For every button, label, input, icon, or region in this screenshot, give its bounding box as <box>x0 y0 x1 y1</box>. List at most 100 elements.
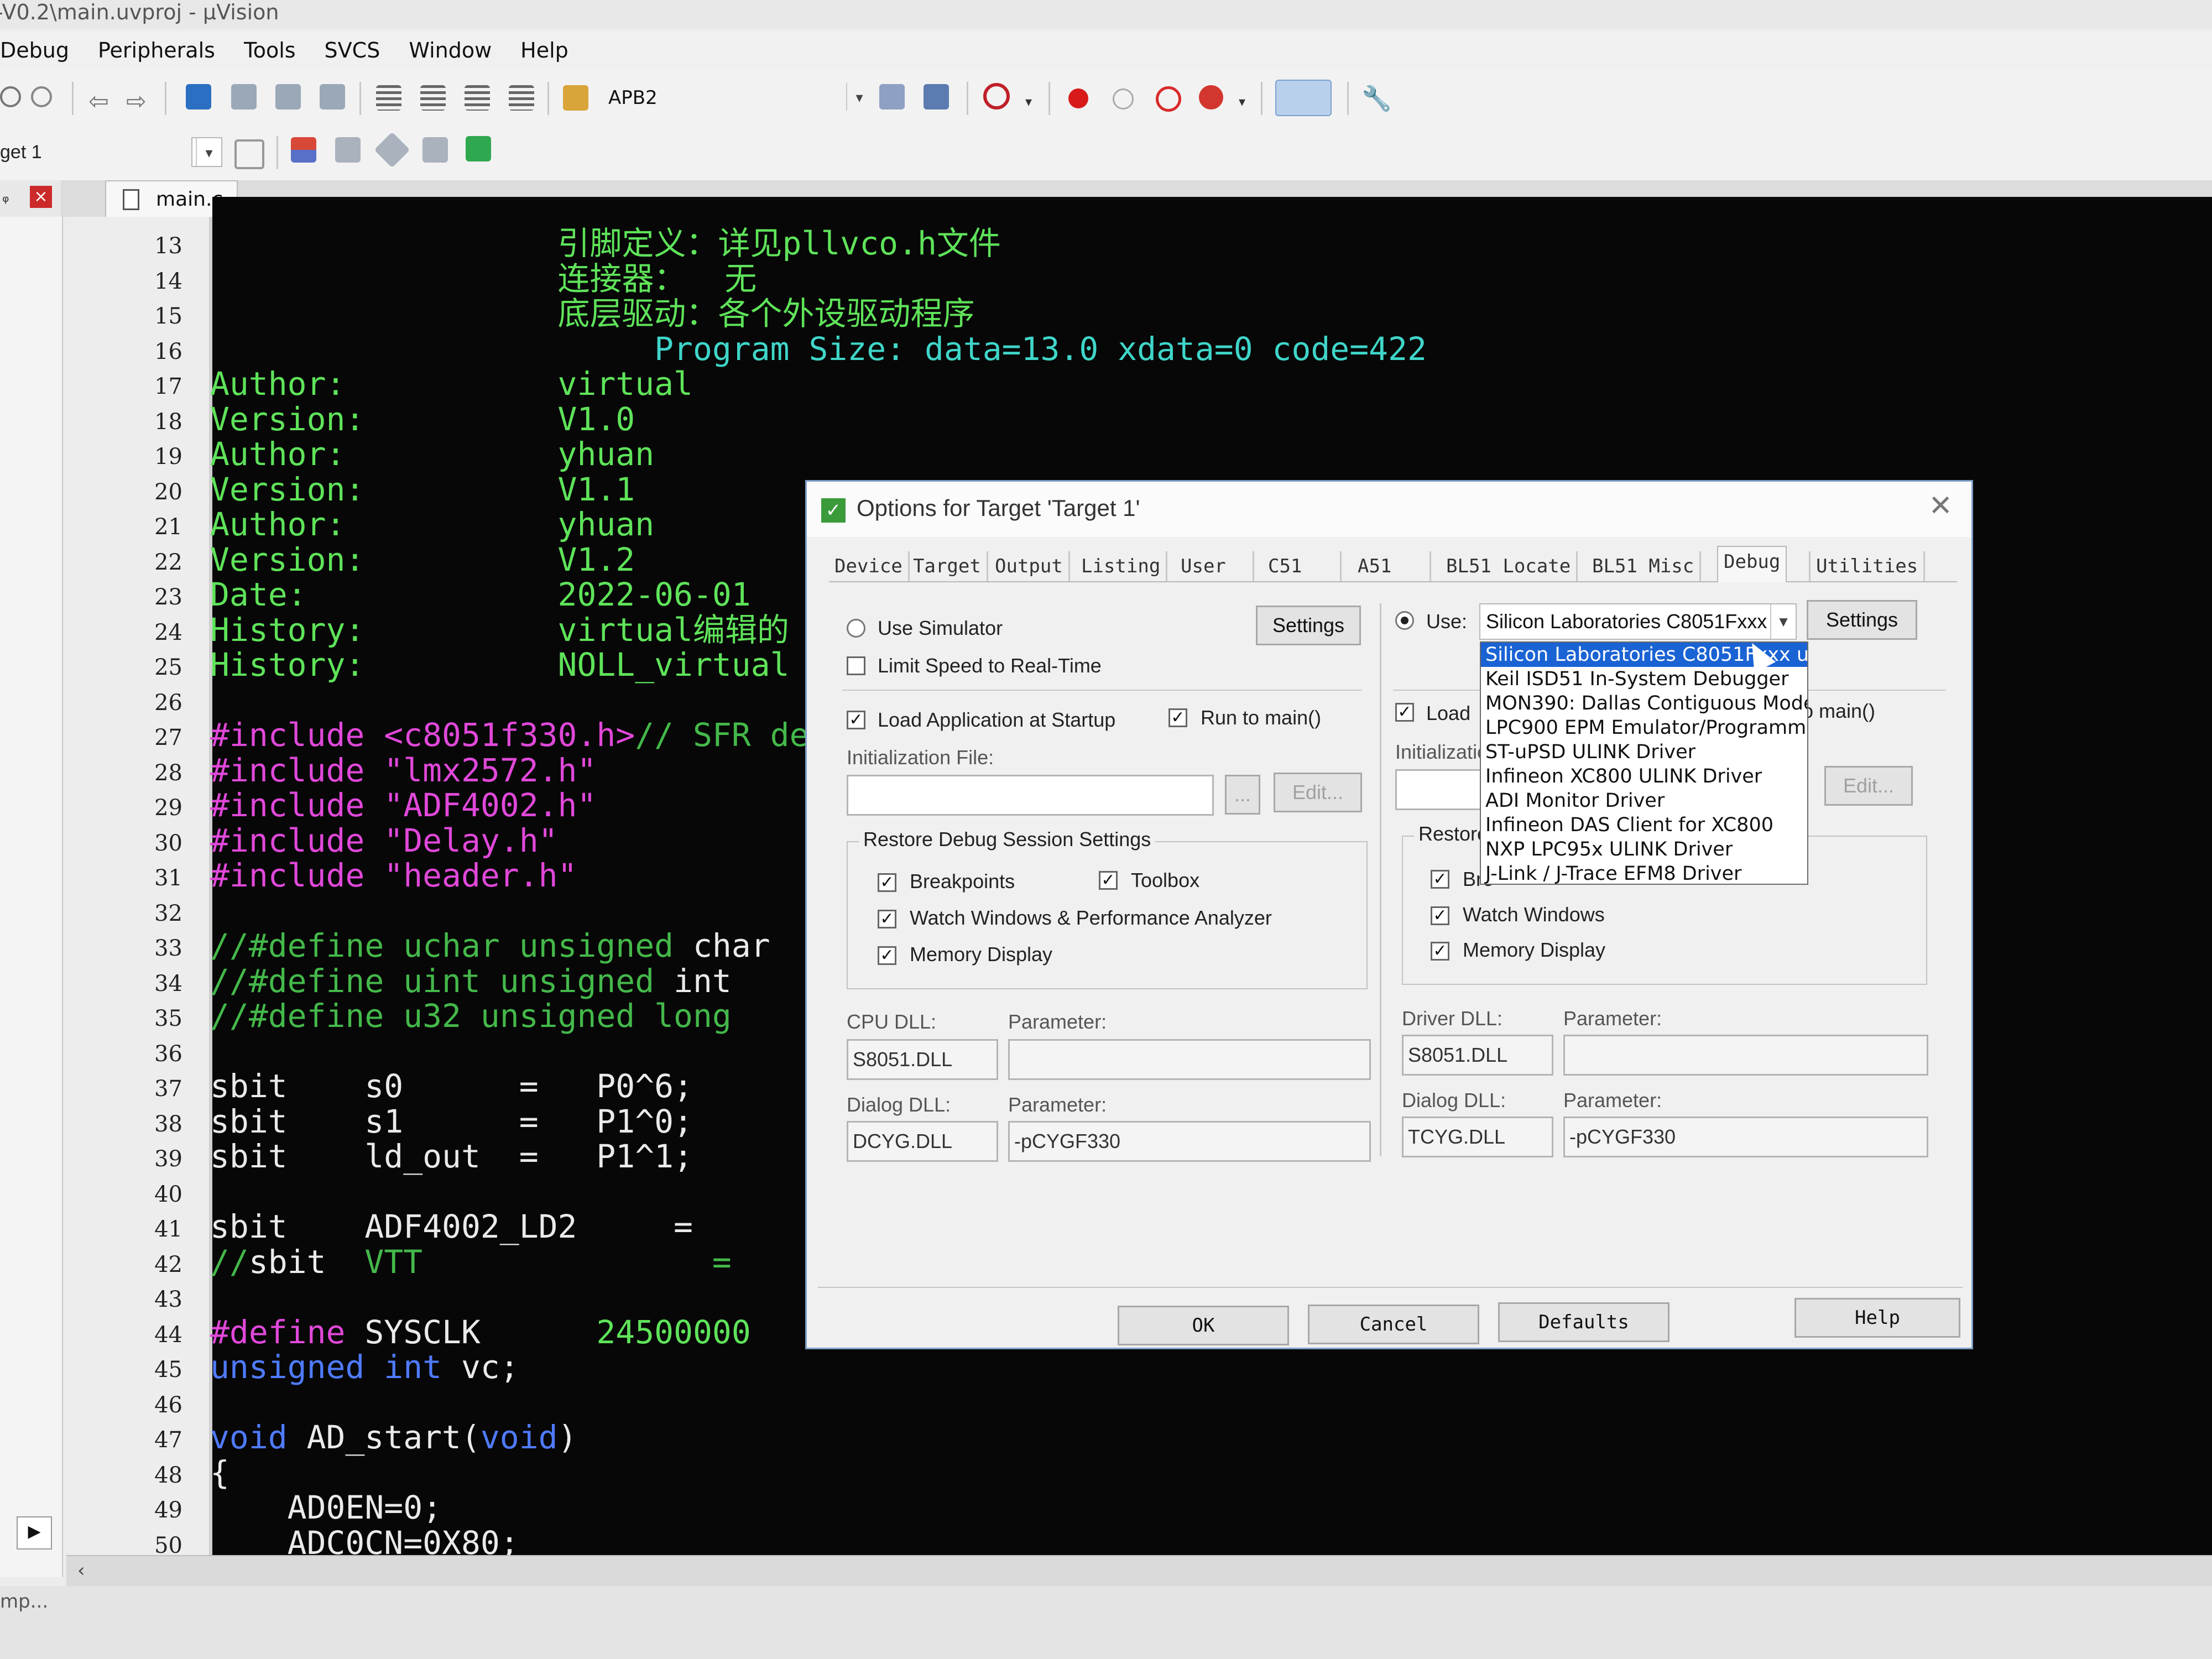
unindent-icon[interactable] <box>420 85 446 111</box>
dropdown-item-jlink-efm8[interactable]: J-Link / J-Trace EFM8 Driver <box>1481 862 1807 885</box>
back-icon[interactable]: ⇦ <box>88 87 114 113</box>
manage-components-icon[interactable] <box>291 137 316 163</box>
find-icon[interactable] <box>879 84 905 109</box>
bookmark-next-icon[interactable] <box>275 84 301 109</box>
options-magic-icon[interactable] <box>234 139 264 169</box>
bookmark-icon[interactable] <box>186 84 211 109</box>
chevron-down-icon[interactable]: ▼ <box>1770 604 1796 639</box>
tab-output[interactable]: Output <box>989 551 1070 581</box>
watch-windows-checkbox[interactable]: ✓ <box>878 910 896 928</box>
load-app-checkbox[interactable]: ✓ <box>847 711 865 729</box>
dropdown-item-lpc900[interactable]: LPC900 EPM Emulator/Programmer <box>1481 716 1807 740</box>
chevron-down-icon[interactable]: ▾ <box>846 83 872 111</box>
dialog-dll-field[interactable]: DCYG.DLL <box>847 1121 998 1162</box>
limit-speed-checkbox[interactable] <box>847 656 865 675</box>
defaults-button[interactable]: Defaults <box>1498 1302 1670 1342</box>
menu-svcs[interactable]: SVCS <box>325 38 380 62</box>
load-app-label: Load Application at Startup <box>878 708 1115 732</box>
driver-settings-button[interactable]: Settings <box>1807 600 1917 640</box>
right-load-app-checkbox[interactable]: ✓ <box>1395 703 1414 722</box>
forward-icon[interactable]: ⇨ <box>126 87 152 113</box>
tab-listing[interactable]: Listing <box>1076 551 1167 581</box>
redo2-icon[interactable] <box>31 86 52 107</box>
browse-button[interactable]: ... <box>1225 775 1260 815</box>
driver-dll-field[interactable]: S8051.DLL <box>1402 1035 1553 1076</box>
cpu-param-field[interactable] <box>1008 1039 1371 1080</box>
help-button[interactable]: Help <box>1794 1298 1960 1338</box>
tab-bl51-misc[interactable]: BL51 Misc <box>1587 551 1701 581</box>
tab-utilities[interactable]: Utilities <box>1809 551 1925 581</box>
redo-icon[interactable] <box>0 86 21 107</box>
comment-icon[interactable] <box>465 85 490 111</box>
find-in-files-icon[interactable] <box>563 85 588 111</box>
right-dialog-dll-field[interactable]: TCYG.DLL <box>1402 1117 1553 1157</box>
memory-display-checkbox[interactable]: ✓ <box>878 946 896 965</box>
driver-select[interactable]: Silicon Laboratories C8051Fxxx ▼ <box>1479 603 1797 640</box>
dropdown-item-infineon-xc800[interactable]: Infineon XC800 ULINK Driver <box>1481 764 1807 789</box>
tab-device[interactable]: Device <box>829 551 910 581</box>
pin-icon[interactable]: ᵩ <box>2 187 9 206</box>
breakpoints-checkbox[interactable]: ✓ <box>878 873 896 892</box>
driver-param-field[interactable] <box>1563 1035 1928 1076</box>
run-to-main-checkbox[interactable]: ✓ <box>1168 708 1187 727</box>
horizontal-scrollbar[interactable]: ‹ <box>66 1555 2212 1587</box>
menu-peripherals[interactable]: Peripherals <box>98 38 215 62</box>
chevron-down-icon[interactable]: ▾ <box>196 138 221 166</box>
breakpoint-config-icon[interactable] <box>1199 85 1223 109</box>
chevron-right-icon[interactable]: ▶ <box>17 1516 52 1550</box>
diamond-icon[interactable] <box>374 132 410 168</box>
use-driver-radio[interactable] <box>1395 611 1414 630</box>
pack-icon[interactable] <box>422 137 448 163</box>
pack-installer-icon[interactable] <box>466 136 491 161</box>
right-breakpoints-checkbox[interactable]: ✓ <box>1431 870 1449 889</box>
breakpoint-kill-icon[interactable] <box>1156 86 1181 112</box>
tab-user[interactable]: User <box>1175 551 1254 581</box>
dropdown-item-st-upsd[interactable]: ST-uPSD ULINK Driver <box>1481 740 1807 764</box>
tab-c51[interactable]: C51 <box>1262 551 1342 581</box>
toolbox-checkbox[interactable]: ✓ <box>1099 871 1118 890</box>
dialog-param-field[interactable]: -pCYGF330 <box>1008 1121 1371 1162</box>
tab-a51[interactable]: A51 <box>1352 551 1431 581</box>
line-number: 22 <box>72 550 182 575</box>
window-layout-icon[interactable] <box>1275 80 1332 116</box>
right-dialog-param-field[interactable]: -pCYGF330 <box>1563 1117 1928 1157</box>
ok-button[interactable]: OK <box>1118 1306 1289 1345</box>
tab-bl51-locate[interactable]: BL51 Locate <box>1441 551 1578 581</box>
dropdown-item-mon390[interactable]: MON390: Dallas Contiguous Mode <box>1481 691 1807 716</box>
init-file-input[interactable] <box>847 775 1214 816</box>
breakpoint-icon[interactable] <box>1068 88 1088 108</box>
chevron-down-icon[interactable]: ▾ <box>1025 94 1051 119</box>
right-watch-checkbox[interactable]: ✓ <box>1431 906 1449 925</box>
debug-session-icon[interactable] <box>983 83 1010 109</box>
indent-icon[interactable] <box>376 85 401 111</box>
manage-items-icon[interactable] <box>335 137 361 163</box>
simulator-settings-button[interactable]: Settings <box>1256 606 1361 645</box>
dropdown-item-adi-monitor[interactable]: ADI Monitor Driver <box>1481 789 1807 813</box>
code-token: History: virtual编辑的 <box>210 611 789 649</box>
menu-help[interactable]: Help <box>520 38 568 62</box>
wrench-icon[interactable]: 🔧 <box>1361 84 1387 109</box>
bookmark-clear-icon[interactable] <box>320 84 345 109</box>
dropdown-item-infineon-das[interactable]: Infineon DAS Client for XC800 <box>1481 813 1807 837</box>
scroll-left-icon[interactable]: ‹ <box>77 1559 85 1582</box>
uncomment-icon[interactable] <box>509 85 534 111</box>
tab-debug[interactable]: Debug <box>1717 546 1787 582</box>
tab-target[interactable]: Target <box>907 551 988 581</box>
cancel-button[interactable]: Cancel <box>1308 1305 1479 1344</box>
close-icon[interactable]: × <box>30 186 52 208</box>
use-simulator-radio[interactable] <box>847 619 865 638</box>
menu-debug[interactable]: Debug <box>0 38 69 62</box>
close-icon[interactable]: ✕ <box>1928 489 1953 523</box>
menu-window[interactable]: Window <box>409 38 492 62</box>
right-edit-button[interactable]: Edit... <box>1824 766 1913 806</box>
target-combo[interactable]: APB2▾ <box>603 83 868 113</box>
right-memory-checkbox[interactable]: ✓ <box>1431 942 1449 961</box>
incremental-find-icon[interactable] <box>924 84 949 109</box>
edit-button[interactable]: Edit... <box>1274 773 1362 812</box>
breakpoint-disable-icon[interactable] <box>1113 88 1134 109</box>
bookmark-prev-icon[interactable] <box>231 84 257 109</box>
dropdown-item-nxp-lpc95x[interactable]: NXP LPC95x ULINK Driver <box>1481 837 1807 862</box>
menu-tools[interactable]: Tools <box>244 38 296 62</box>
target-select[interactable]: ▾ <box>191 137 222 167</box>
cpu-dll-field[interactable]: S8051.DLL <box>847 1039 998 1080</box>
